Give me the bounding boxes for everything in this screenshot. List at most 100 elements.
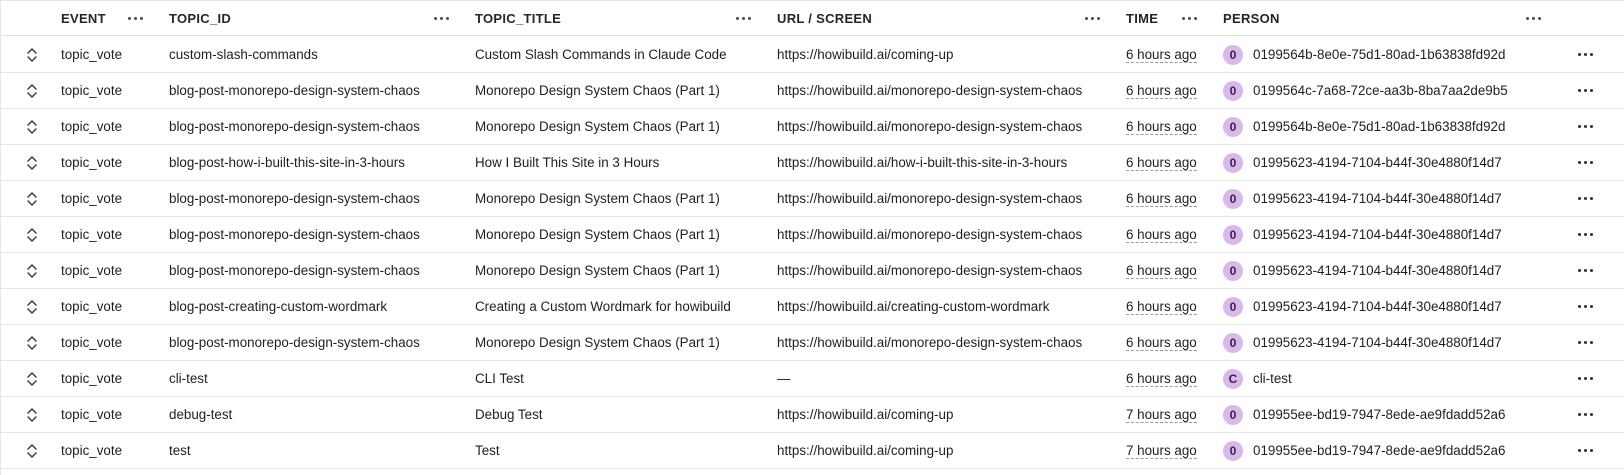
relative-time[interactable]: 6 hours ago (1126, 371, 1197, 387)
relative-time[interactable]: 6 hours ago (1126, 83, 1197, 99)
table-row[interactable]: topic_vote blog-post-monorepo-design-syst… (1, 109, 1624, 145)
relative-time[interactable]: 6 hours ago (1126, 263, 1197, 279)
row-actions-button[interactable] (1573, 217, 1597, 252)
column-header-label: PERSON (1223, 11, 1280, 26)
relative-time[interactable]: 6 hours ago (1126, 299, 1197, 315)
person-cell[interactable]: Ccli-test (1223, 361, 1292, 396)
relative-time[interactable]: 6 hours ago (1126, 227, 1197, 243)
column-header-topic-id[interactable]: TOPIC_ID (169, 1, 231, 36)
relative-time[interactable]: 6 hours ago (1126, 335, 1197, 351)
table-row[interactable]: topic_vote debug-test Debug Test https://ho… (1, 397, 1624, 433)
person-cell[interactable]: 0 01995623-4194-7104-b44f-30e4880f14d7 (1223, 217, 1502, 252)
row-actions-button[interactable] (1573, 433, 1597, 468)
person-id[interactable]: 01995623-4194-7104-b44f-30e4880f14d7 (1253, 335, 1502, 350)
person-id[interactable]: 0199564c-7a68-72ce-aa3b-8ba7aa2de9b5 (1253, 83, 1508, 98)
expand-collapse-icon[interactable] (23, 46, 41, 64)
row-actions-button[interactable] (1573, 397, 1597, 432)
person-cell[interactable]: 0 019955ee-bd19-7947-8ede-ae9fdadd52a6 (1223, 397, 1505, 432)
column-event-menu-button[interactable] (123, 1, 147, 36)
relative-time[interactable]: 7 hours ago (1126, 407, 1197, 423)
expand-collapse-icon[interactable] (23, 190, 41, 208)
person-id[interactable]: 01995623-4194-7104-b44f-30e4880f14d7 (1253, 263, 1502, 278)
time-cell[interactable]: 7 hours ago (1126, 433, 1197, 468)
table-row[interactable]: topic_vote custom-slash-commands Custom Sl… (1, 37, 1624, 73)
row-actions-button[interactable] (1573, 181, 1597, 216)
time-cell[interactable]: 6 hours ago (1126, 289, 1197, 324)
time-cell[interactable]: 6 hours ago (1126, 73, 1197, 108)
column-header-url[interactable]: URL / SCREEN (777, 1, 872, 36)
relative-time[interactable]: 6 hours ago (1126, 155, 1197, 171)
column-header-event[interactable]: EVENT (61, 1, 106, 36)
expand-collapse-icon[interactable] (23, 118, 41, 136)
row-actions-button[interactable] (1573, 289, 1597, 324)
table-row[interactable]: topic_vote blog-post-monorepo-design-syst… (1, 181, 1624, 217)
relative-time[interactable]: 6 hours ago (1126, 119, 1197, 135)
relative-time[interactable]: 7 hours ago (1126, 443, 1197, 459)
row-actions-button[interactable] (1573, 253, 1597, 288)
column-header-time[interactable]: TIME (1126, 1, 1158, 36)
table-row[interactable]: topic_vote blog-post-monorepo-design-syst… (1, 217, 1624, 253)
person-id[interactable]: 01995623-4194-7104-b44f-30e4880f14d7 (1253, 299, 1502, 314)
table-row[interactable]: topic_vote blog-post-creating-custom-word… (1, 289, 1624, 325)
expand-collapse-icon[interactable] (23, 82, 41, 100)
row-actions-button[interactable] (1573, 73, 1597, 108)
expand-collapse-icon[interactable] (23, 406, 41, 424)
table-row[interactable]: topic_vote blog-post-monorepo-design-syst… (1, 73, 1624, 109)
person-cell[interactable]: 0 01995623-4194-7104-b44f-30e4880f14d7 (1223, 325, 1502, 360)
column-topic-title-menu-button[interactable] (731, 1, 755, 36)
column-topic-id-menu-button[interactable] (429, 1, 453, 36)
person-cell[interactable]: 0 01995623-4194-7104-b44f-30e4880f14d7 (1223, 289, 1502, 324)
column-time-menu-button[interactable] (1177, 1, 1201, 36)
relative-time[interactable]: 6 hours ago (1126, 47, 1197, 63)
row-actions-button[interactable] (1573, 109, 1597, 144)
row-actions-button[interactable] (1573, 361, 1597, 396)
person-cell[interactable]: 0 0199564b-8e0e-75d1-80ad-1b63838fd92d (1223, 109, 1505, 144)
row-actions-button[interactable] (1573, 325, 1597, 360)
event-cell: topic_vote (61, 191, 123, 206)
table-row[interactable]: topic_vote blog-post-monorepo-design-syst… (1, 325, 1624, 361)
time-cell[interactable]: 6 hours ago (1126, 253, 1197, 288)
row-actions-button[interactable] (1573, 37, 1597, 72)
person-cell[interactable]: 0 0199564c-7a68-72ce-aa3b-8ba7aa2de9b5 (1223, 73, 1508, 108)
table-row[interactable]: topic_vote blog-post-monorepo-design-syst… (1, 253, 1624, 289)
column-header-topic-title[interactable]: TOPIC_TITLE (475, 1, 561, 36)
time-cell[interactable]: 6 hours ago (1126, 361, 1197, 396)
expand-collapse-icon[interactable] (23, 442, 41, 460)
column-header-label: TOPIC_TITLE (475, 11, 562, 26)
avatar: 0 (1223, 224, 1243, 245)
person-id[interactable]: cli-test (1253, 371, 1292, 386)
time-cell[interactable]: 6 hours ago (1126, 181, 1197, 216)
person-id[interactable]: 01995623-4194-7104-b44f-30e4880f14d7 (1253, 227, 1502, 242)
person-id[interactable]: 0199564b-8e0e-75d1-80ad-1b63838fd92d (1253, 47, 1505, 62)
person-cell[interactable]: 0 01995623-4194-7104-b44f-30e4880f14d7 (1223, 253, 1502, 288)
person-cell[interactable]: 0 01995623-4194-7104-b44f-30e4880f14d7 (1223, 181, 1502, 216)
time-cell[interactable]: 6 hours ago (1126, 325, 1197, 360)
time-cell[interactable]: 6 hours ago (1126, 37, 1197, 72)
person-cell[interactable]: 0 01995623-4194-7104-b44f-30e4880f14d7 (1223, 145, 1502, 180)
time-cell[interactable]: 6 hours ago (1126, 109, 1197, 144)
expand-collapse-icon[interactable] (23, 154, 41, 172)
time-cell[interactable]: 7 hours ago (1126, 397, 1197, 432)
relative-time[interactable]: 6 hours ago (1126, 191, 1197, 207)
column-person-menu-button[interactable] (1521, 1, 1545, 36)
person-id[interactable]: 019955ee-bd19-7947-8ede-ae9fdadd52a6 (1253, 443, 1505, 458)
table-row[interactable]: topic_vote blog-post-how-i-built-this-sit… (1, 145, 1624, 181)
person-id[interactable]: 01995623-4194-7104-b44f-30e4880f14d7 (1253, 155, 1502, 170)
table-row[interactable]: topic_vote test Test https://howibuild.ai/c… (1, 433, 1624, 469)
expand-collapse-icon[interactable] (23, 298, 41, 316)
column-url-menu-button[interactable] (1080, 1, 1104, 36)
person-cell[interactable]: 0 019955ee-bd19-7947-8ede-ae9fdadd52a6 (1223, 433, 1505, 468)
expand-collapse-icon[interactable] (23, 226, 41, 244)
person-id[interactable]: 01995623-4194-7104-b44f-30e4880f14d7 (1253, 191, 1502, 206)
row-actions-button[interactable] (1573, 145, 1597, 180)
expand-collapse-icon[interactable] (23, 262, 41, 280)
table-row[interactable]: topic_vote cli-test CLI Test — 6 hours ago Cc… (1, 361, 1624, 397)
expand-collapse-icon[interactable] (23, 370, 41, 388)
column-header-person[interactable]: PERSON (1223, 1, 1280, 36)
person-cell[interactable]: 0 0199564b-8e0e-75d1-80ad-1b63838fd92d (1223, 37, 1505, 72)
time-cell[interactable]: 6 hours ago (1126, 145, 1197, 180)
time-cell[interactable]: 6 hours ago (1126, 217, 1197, 252)
person-id[interactable]: 019955ee-bd19-7947-8ede-ae9fdadd52a6 (1253, 407, 1505, 422)
expand-collapse-icon[interactable] (23, 334, 41, 352)
person-id[interactable]: 0199564b-8e0e-75d1-80ad-1b63838fd92d (1253, 119, 1505, 134)
